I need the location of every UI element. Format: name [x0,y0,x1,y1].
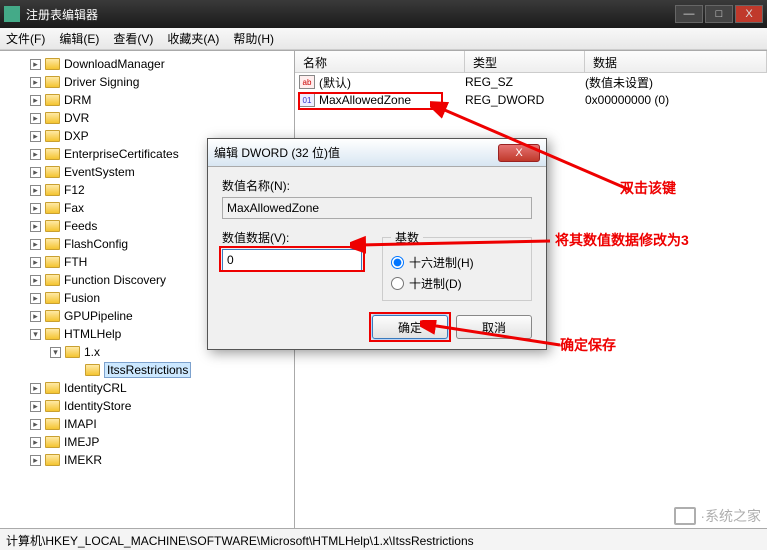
minimize-button[interactable]: — [675,5,703,23]
cancel-button[interactable]: 取消 [456,315,532,339]
base-fieldset: 基数 十六进制(H) 十进制(D) [382,229,532,301]
col-type[interactable]: 类型 [465,51,585,72]
highlight-box-input [219,246,365,272]
radio-dec-label: 十进制(D) [409,275,462,292]
radio-hex[interactable] [391,256,404,269]
menu-view[interactable]: 查看(V) [113,30,153,47]
dialog-titlebar[interactable]: 编辑 DWORD (32 位)值 X [208,139,546,167]
menu-edit[interactable]: 编辑(E) [59,30,99,47]
menu-file[interactable]: 文件(F) [6,30,45,47]
radio-dec[interactable] [391,277,404,290]
col-name[interactable]: 名称 [295,51,465,72]
menu-bar: 文件(F) 编辑(E) 查看(V) 收藏夹(A) 帮助(H) [0,28,767,50]
col-data[interactable]: 数据 [585,51,767,72]
window-titlebar: 注册表编辑器 — □ X [0,0,767,28]
close-button[interactable]: X [735,5,763,23]
highlight-box-value [298,92,443,110]
watermark-text: ·系统之家 [700,506,761,526]
radio-hex-label: 十六进制(H) [409,254,474,271]
value-data-label: 数值数据(V): [222,229,362,246]
list-row[interactable]: ab(默认)REG_SZ(数值未设置) [295,73,767,91]
window-title: 注册表编辑器 [26,6,675,23]
highlight-box-ok [369,312,451,342]
value-name-input [222,197,532,219]
tree-item[interactable]: ItssRestrictions [0,361,294,379]
list-header: 名称 类型 数据 [295,51,767,73]
app-icon [4,6,20,22]
tree-item[interactable]: ▸DownloadManager [0,55,294,73]
tree-item[interactable]: ▸DVR [0,109,294,127]
maximize-button[interactable]: □ [705,5,733,23]
tree-item[interactable]: ▸IMEJP [0,433,294,451]
dialog-close-button[interactable]: X [498,144,540,162]
tree-item[interactable]: ▸Driver Signing [0,73,294,91]
watermark-logo-icon [674,507,696,525]
tree-item[interactable]: ▸DRM [0,91,294,109]
menu-help[interactable]: 帮助(H) [233,30,274,47]
dialog-title: 编辑 DWORD (32 位)值 [214,144,498,161]
menu-favorites[interactable]: 收藏夹(A) [167,30,219,47]
watermark: ·系统之家 [674,506,761,526]
tree-item[interactable]: ▸IMAPI [0,415,294,433]
tree-item[interactable]: ▸IdentityCRL [0,379,294,397]
status-bar: 计算机\HKEY_LOCAL_MACHINE\SOFTWARE\Microsof… [0,528,767,550]
tree-item[interactable]: ▸IdentityStore [0,397,294,415]
base-legend: 基数 [391,229,423,246]
tree-item[interactable]: ▸IMEKR [0,451,294,469]
edit-dword-dialog: 编辑 DWORD (32 位)值 X 数值名称(N): 数值数据(V): 基数 … [207,138,547,350]
value-name-label: 数值名称(N): [222,177,532,194]
